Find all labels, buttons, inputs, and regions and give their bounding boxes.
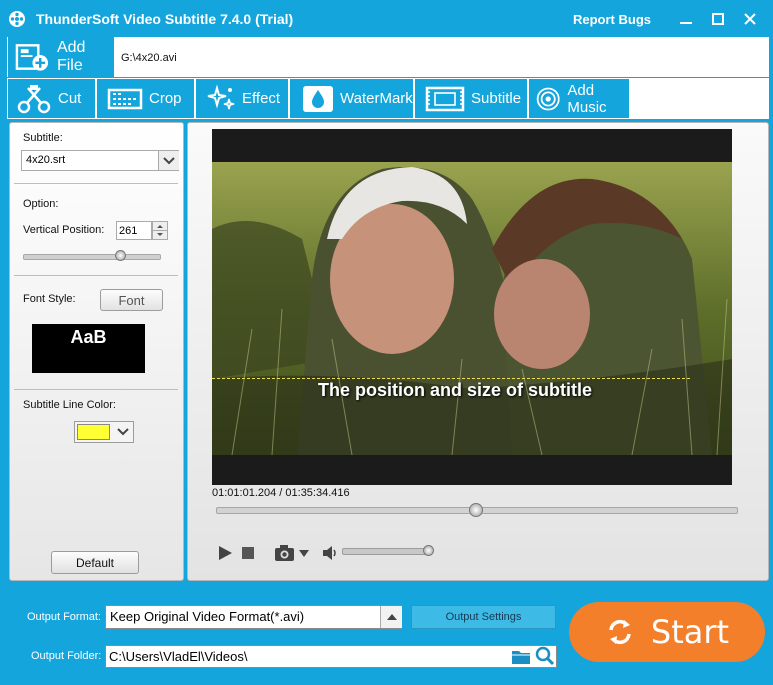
stepper-arrows-icon [153, 225, 167, 236]
vertical-position-stepper[interactable] [152, 221, 168, 240]
play-button[interactable] [216, 544, 234, 562]
timecode: 01:01:01.204 / 01:35:34.416 [212, 487, 350, 499]
output-format-dropdown[interactable] [380, 606, 402, 628]
font-style-label: Font Style: [23, 293, 76, 305]
report-bugs-link[interactable]: Report Bugs [573, 12, 651, 27]
output-format-select[interactable]: Keep Original Video Format(*.avi) [105, 605, 402, 629]
browse-folder-button[interactable] [511, 647, 531, 666]
stop-button[interactable] [241, 546, 255, 560]
tab-subtitle[interactable]: Subtitle [415, 79, 527, 118]
file-path: G:\4x20.avi [121, 52, 177, 64]
vertical-position-value: 261 [119, 225, 138, 237]
subtitle-dropdown-button[interactable] [158, 151, 179, 170]
music-icon [536, 87, 560, 110]
seek-bar-thumb[interactable] [469, 503, 483, 517]
subtitle-file-select[interactable]: 4x20.srt [21, 150, 179, 171]
divider [14, 389, 178, 390]
drop-icon [303, 85, 333, 112]
subtitle-position-line[interactable] [212, 378, 690, 379]
refresh-icon [609, 619, 631, 645]
stop-icon [242, 547, 254, 559]
subtitle-icon [425, 86, 465, 111]
maximize-button[interactable] [707, 8, 729, 30]
vertical-position-input[interactable]: 261 [116, 221, 152, 240]
sparkle-icon [207, 83, 235, 109]
tab-cut[interactable]: Cut [8, 79, 95, 118]
font-preview: AaB [32, 324, 145, 373]
speaker-icon [323, 546, 336, 560]
folder-icon [512, 651, 530, 664]
close-button[interactable] [739, 8, 761, 30]
tab-label-cut: Cut [58, 90, 82, 107]
tab-label-crop: Crop [149, 90, 182, 107]
chevron-down-icon [116, 428, 129, 436]
tab-crop[interactable]: Crop [97, 79, 194, 118]
vertical-position-label: Vertical Position: [23, 224, 105, 236]
crop-icon [107, 88, 143, 109]
divider [14, 183, 178, 184]
subtitle-preview-text: The position and size of subtitle [318, 380, 593, 400]
tab-label-subtitle: Subtitle [471, 90, 522, 107]
minimize-button[interactable] [675, 8, 697, 30]
minimize-icon [680, 22, 692, 24]
window-title: ThunderSoft Video Subtitle 7.4.0 (Trial) [36, 11, 294, 27]
output-format-label: Output Format: [27, 611, 101, 623]
search-icon [535, 646, 555, 666]
maximize-icon [712, 13, 724, 25]
add-file-icon [15, 44, 49, 71]
line-color-label: Subtitle Line Color: [23, 399, 116, 411]
open-folder-button[interactable] [535, 646, 555, 666]
start-label: Start [650, 613, 730, 651]
line-color-dropdown[interactable] [113, 423, 132, 441]
film-reel-icon [9, 11, 25, 27]
tab-effect[interactable]: Effect [196, 79, 288, 118]
divider [14, 275, 178, 276]
video-preview: The position and size of subtitle [212, 129, 732, 485]
snapshot-button[interactable] [274, 544, 296, 562]
tab-label-effect: Effect [242, 90, 281, 107]
option-label: Option: [23, 198, 59, 210]
output-folder-label: Output Folder: [31, 650, 102, 662]
add-file-button[interactable]: Add File [8, 37, 114, 77]
output-format-value: Keep Original Video Format(*.avi) [110, 609, 305, 624]
caret-down-icon [299, 550, 309, 557]
volume-slider-thumb[interactable] [422, 545, 434, 556]
volume-slider[interactable] [342, 548, 430, 555]
add-file-label: Add File [56, 39, 86, 74]
chevron-down-icon [163, 156, 175, 164]
play-icon [219, 546, 232, 560]
subtitle-label: Subtitle: [23, 132, 63, 144]
tab-add-music[interactable]: Add Music [529, 79, 629, 118]
output-folder-value: C:\Users\VladEl\Videos\ [109, 649, 248, 664]
subtitle-file-value: 4x20.srt [26, 154, 66, 166]
font-button[interactable]: Font [100, 289, 163, 311]
close-icon [744, 13, 756, 25]
tab-watermark[interactable]: WaterMark [290, 79, 413, 118]
snapshot-options-button[interactable] [298, 546, 310, 558]
caret-up-icon [386, 614, 397, 620]
camera-icon [275, 545, 294, 561]
line-color-swatch [77, 424, 110, 440]
tab-label-add-music: Add Music [567, 81, 607, 116]
video-frame-image [212, 129, 732, 485]
output-folder-input[interactable]: C:\Users\VladEl\Videos\ [105, 645, 557, 668]
scissors-icon [17, 84, 51, 113]
mute-button[interactable] [322, 545, 338, 561]
start-button[interactable]: Start [569, 602, 765, 662]
tab-label-watermark: WaterMark [340, 90, 413, 107]
output-settings-button[interactable]: Output Settings [411, 605, 556, 629]
default-button[interactable]: Default [51, 551, 139, 574]
vertical-position-slider[interactable] [23, 254, 161, 260]
